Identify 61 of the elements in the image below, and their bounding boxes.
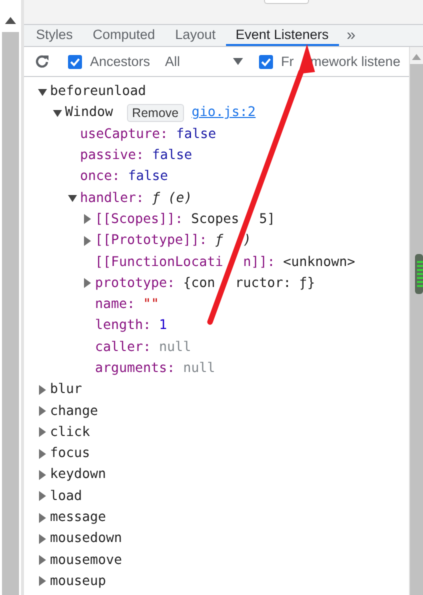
property-name: name: xyxy=(95,297,136,312)
panel-tab[interactable]: Event Listeners xyxy=(226,25,339,46)
event-name: focus xyxy=(50,446,90,462)
event-name: blur xyxy=(50,382,82,398)
panel-tab[interactable]: Computed xyxy=(82,25,166,46)
event-name: click xyxy=(50,424,90,440)
property-value: 1 xyxy=(159,318,168,334)
property-value: {con xyxy=(183,276,216,291)
property-value: false xyxy=(128,169,168,184)
expanded-triangle-icon[interactable] xyxy=(38,86,50,97)
property-name: [[Scopes]]: xyxy=(95,212,184,227)
scrollbar-thumb[interactable] xyxy=(2,32,19,595)
property-name: n]]: xyxy=(243,254,276,270)
property-name: length: xyxy=(95,318,152,334)
property-value: ƒ xyxy=(215,233,224,248)
property-value: 5] xyxy=(259,212,276,227)
property-name: prototype: xyxy=(95,276,176,291)
property-value: "" xyxy=(143,297,160,312)
scroll-up-icon[interactable] xyxy=(5,17,16,24)
event-name: mousemove xyxy=(50,552,122,568)
event-name: message xyxy=(50,510,106,526)
remove-button[interactable]: Remove xyxy=(127,104,184,122)
property-value: ) xyxy=(243,233,252,248)
property-value: <unknown> xyxy=(283,254,356,270)
event-name: mousedown xyxy=(50,531,122,546)
property-value: null xyxy=(159,340,192,355)
checkbox-label: Fr xyxy=(281,54,294,69)
caret-icon xyxy=(233,58,244,65)
event-name: keydown xyxy=(50,467,106,482)
scrollbar-thumb[interactable] xyxy=(410,64,423,595)
expanded-triangle-icon[interactable] xyxy=(53,108,65,118)
property-name: arguments: xyxy=(95,361,176,376)
panel-tab[interactable]: Layout xyxy=(165,25,226,46)
minimap-marker-icon xyxy=(415,254,423,294)
property-name: once: xyxy=(80,169,120,184)
property-name: passive: xyxy=(80,148,144,164)
checkbox-label: Ancestors xyxy=(90,54,150,69)
more-tabs-button[interactable]: » xyxy=(338,25,364,46)
property-name: [[Prototype]]: xyxy=(95,233,208,248)
event-name: change xyxy=(50,404,98,419)
property-name: handler: xyxy=(80,190,144,206)
property-value: false xyxy=(152,148,192,164)
refresh-icon[interactable] xyxy=(35,54,50,69)
listener-target: Window xyxy=(65,105,114,120)
property-name: [[FunctionLocati xyxy=(95,254,224,270)
event-name: load xyxy=(50,488,82,504)
checkbox[interactable] xyxy=(68,54,82,68)
source-link[interactable]: gio.js:2 xyxy=(192,105,256,120)
property-value: null xyxy=(183,361,216,376)
event-name: mouseup xyxy=(50,574,106,589)
checkbox[interactable] xyxy=(259,54,274,68)
filter-dropdown[interactable]: All xyxy=(165,54,244,69)
property-value: ƒ (e) xyxy=(152,190,192,206)
property-value: Scopes xyxy=(191,212,240,227)
property-value: false xyxy=(176,126,216,142)
panel-tab[interactable]: Styles xyxy=(26,25,83,46)
property-name: caller: xyxy=(95,340,152,355)
property-value: ructor: ƒ} xyxy=(235,276,316,291)
event-name: beforeunload xyxy=(50,84,146,100)
property-name: useCapture: xyxy=(80,126,168,142)
expanded-triangle-icon[interactable] xyxy=(68,193,80,204)
